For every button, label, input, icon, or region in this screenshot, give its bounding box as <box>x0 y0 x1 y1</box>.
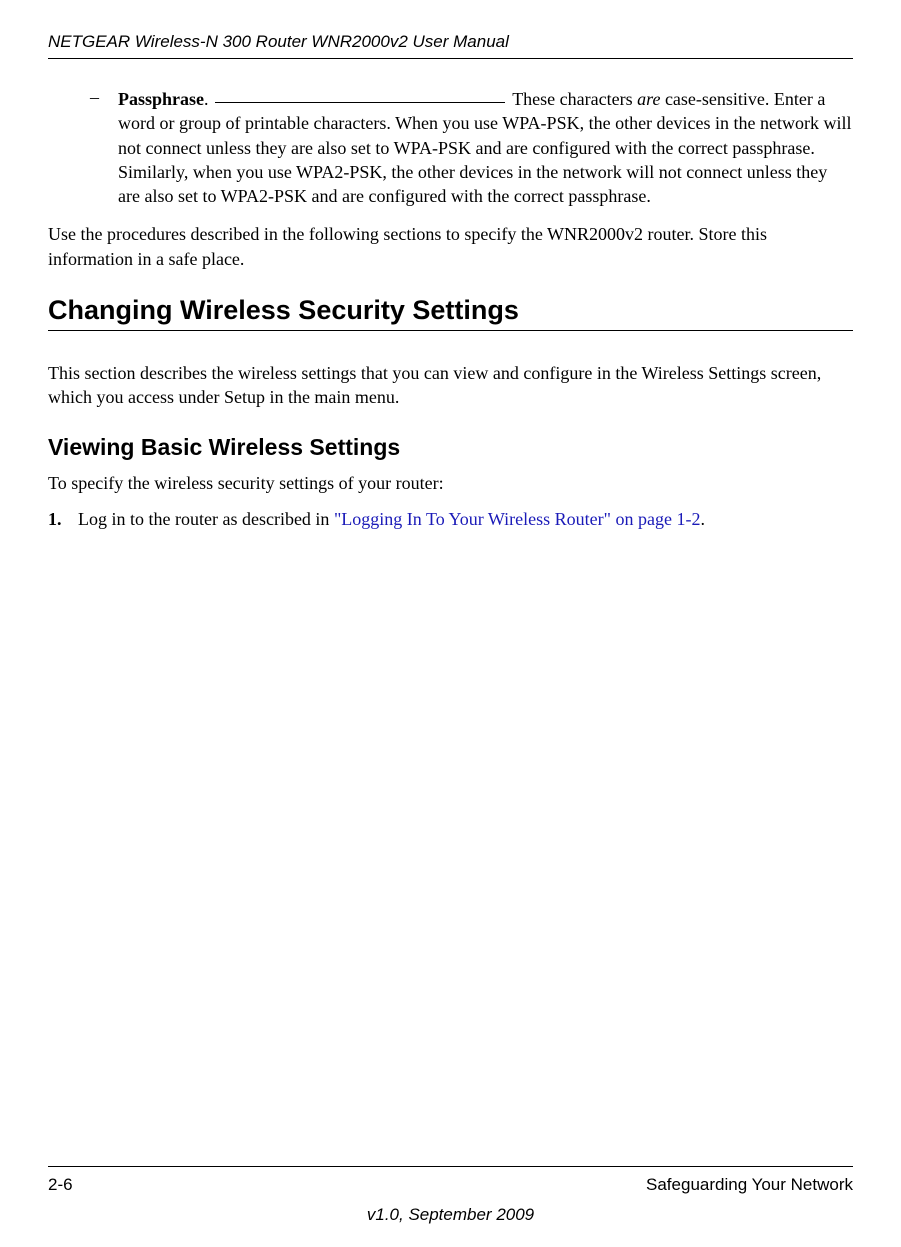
step-text: Log in to the router as described in <box>78 509 334 529</box>
section-heading-changing: Changing Wireless Security Settings <box>48 295 853 326</box>
body-paragraph-1: Use the procedures described in the foll… <box>48 222 853 271</box>
passphrase-label: Passphrase <box>118 89 204 109</box>
footer-page-number: 2-6 <box>48 1175 73 1195</box>
step-body: Log in to the router as described in "Lo… <box>78 507 853 531</box>
page-footer: 2-6 Safeguarding Your Network v1.0, Sept… <box>0 1166 901 1225</box>
passphrase-are-em: are <box>637 89 660 109</box>
footer-version: v1.0, September 2009 <box>48 1205 853 1225</box>
header-divider <box>48 58 853 59</box>
bullet-body: Passphrase. These characters are case-se… <box>118 87 853 208</box>
section-intro: This section describes the wireless sett… <box>48 361 853 410</box>
passphrase-text-1: These characters <box>508 89 637 109</box>
subsection-intro: To specify the wireless security setting… <box>48 471 853 495</box>
footer-divider <box>48 1166 853 1167</box>
passphrase-blank-line <box>215 102 505 103</box>
passphrase-text-2: case-sensitive. Enter a word or group of… <box>118 89 852 206</box>
step-end: . <box>700 509 705 529</box>
section-divider <box>48 330 853 331</box>
passphrase-bullet: – Passphrase. These characters are case-… <box>90 87 853 208</box>
bullet-dash: – <box>90 87 118 208</box>
subsection-heading-viewing: Viewing Basic Wireless Settings <box>48 434 853 461</box>
cross-reference-link[interactable]: "Logging In To Your Wireless Router" on … <box>334 509 701 529</box>
step-1: 1. Log in to the router as described in … <box>48 507 853 531</box>
running-header: NETGEAR Wireless-N 300 Router WNR2000v2 … <box>48 32 853 52</box>
step-number: 1. <box>48 507 78 531</box>
footer-section-title: Safeguarding Your Network <box>646 1175 853 1195</box>
